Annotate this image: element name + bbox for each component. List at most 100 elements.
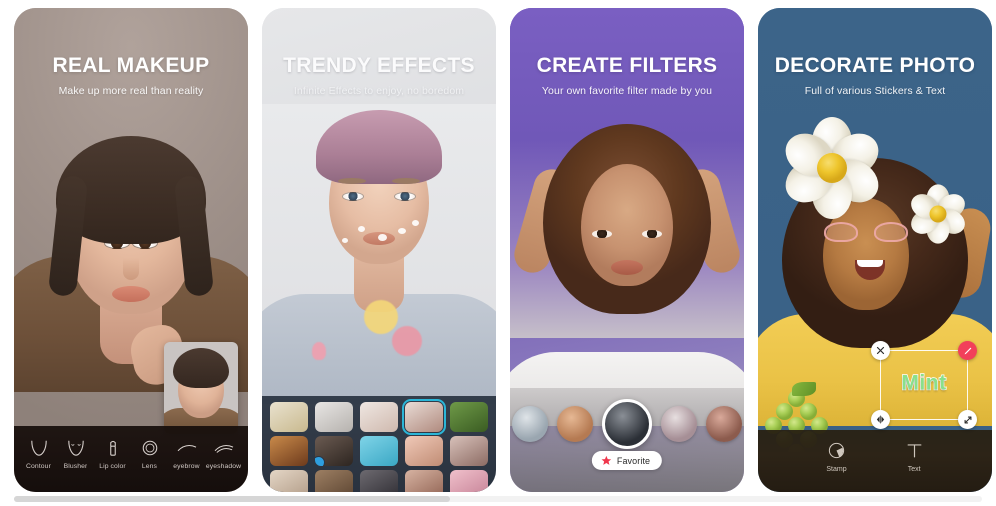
decorate-toolbar[interactable]: Stamp Text bbox=[758, 430, 992, 492]
grape-berry bbox=[776, 403, 793, 420]
flower-center bbox=[929, 205, 947, 223]
anime-effect[interactable] bbox=[450, 436, 488, 466]
emoji-effect[interactable] bbox=[360, 436, 398, 466]
grape-leaf bbox=[792, 382, 816, 396]
sticker-text: Mint bbox=[901, 371, 947, 396]
delete-handle[interactable] bbox=[871, 341, 890, 360]
flip-handle[interactable] bbox=[871, 410, 890, 429]
mask-effect[interactable] bbox=[315, 402, 353, 432]
eye-right bbox=[642, 230, 662, 238]
sparkle-decoration bbox=[412, 220, 419, 226]
effects-grid-row bbox=[266, 399, 492, 435]
tool-eyeshadow[interactable]: eyeshadow bbox=[205, 439, 242, 470]
cream-effect[interactable] bbox=[270, 470, 308, 492]
tool-blusher[interactable]: Blusher bbox=[57, 439, 94, 470]
small-dot-decoration bbox=[312, 342, 326, 360]
lens-left bbox=[823, 222, 858, 242]
effects-grid[interactable] bbox=[262, 396, 496, 492]
text-icon bbox=[907, 444, 922, 458]
filter-bar[interactable]: Favorite bbox=[510, 388, 744, 492]
close-icon bbox=[876, 346, 885, 355]
tool-lip-color[interactable]: Lip color bbox=[94, 439, 131, 470]
flowers-effect[interactable] bbox=[270, 402, 308, 432]
tool-label: Lip color bbox=[99, 462, 126, 470]
brown-effect[interactable] bbox=[315, 470, 353, 492]
sparkle-decoration bbox=[358, 226, 365, 232]
eyeshadow-icon bbox=[214, 444, 233, 453]
effects-grid-row bbox=[266, 470, 492, 492]
horizontal-scrollbar-thumb[interactable] bbox=[14, 496, 450, 502]
selfie-effect[interactable] bbox=[402, 399, 446, 435]
yellow-dot-decoration bbox=[364, 300, 398, 334]
horizontal-scrollbar-track[interactable] bbox=[14, 496, 982, 502]
lipstick-icon bbox=[109, 440, 116, 456]
tool-eyebrow[interactable]: eyebrow bbox=[168, 439, 205, 470]
favorite-button[interactable]: Favorite bbox=[591, 451, 663, 470]
warm-filter[interactable] bbox=[557, 406, 593, 442]
lips-shape bbox=[611, 260, 643, 275]
tool-label: eyeshadow bbox=[205, 462, 242, 470]
tool-stamp[interactable]: Stamp bbox=[826, 441, 847, 473]
contour-icon bbox=[30, 440, 47, 456]
eye-right bbox=[394, 192, 416, 201]
golden-effect[interactable] bbox=[270, 436, 308, 466]
star-icon bbox=[601, 455, 612, 465]
effects-photo bbox=[262, 104, 496, 404]
eyebrow-icon bbox=[177, 444, 196, 451]
flip-icon bbox=[876, 415, 885, 424]
tool-label: eyebrow bbox=[173, 462, 200, 470]
screenshot-panel-real-makeup[interactable]: REAL MAKEUP Make up more real than reali… bbox=[14, 8, 248, 492]
lens-icon bbox=[142, 440, 157, 455]
edit-handle[interactable] bbox=[958, 341, 977, 360]
flower-sticker-small[interactable] bbox=[906, 184, 970, 244]
vivid-filter[interactable] bbox=[706, 406, 742, 442]
tool-label: Lens bbox=[141, 462, 158, 470]
hair-shape bbox=[316, 110, 442, 184]
text-sticker-widget[interactable]: Mint bbox=[871, 341, 977, 429]
eye-left bbox=[592, 230, 612, 238]
resize-handle[interactable] bbox=[958, 410, 977, 429]
noir-filter[interactable] bbox=[602, 399, 652, 449]
eyebrow-left bbox=[338, 178, 366, 184]
tool-label: Blusher bbox=[63, 462, 88, 470]
lens-right bbox=[873, 222, 908, 242]
screenshot-panel-decorate-photo[interactable]: DECORATE PHOTO Full of various Stickers … bbox=[758, 8, 992, 492]
bunny-effect[interactable] bbox=[405, 470, 443, 492]
tool-label: Contour bbox=[26, 462, 51, 470]
tool-text[interactable]: Text bbox=[905, 441, 924, 473]
favorite-label: Favorite bbox=[616, 455, 651, 466]
filter-thumbnail-strip[interactable] bbox=[510, 398, 744, 450]
frog-effect[interactable] bbox=[450, 402, 488, 432]
preview-thumbnail[interactable] bbox=[164, 342, 238, 434]
beard-effect[interactable] bbox=[315, 436, 353, 466]
flower-center bbox=[817, 153, 847, 183]
glasses-shape bbox=[823, 222, 908, 244]
pink-effect[interactable] bbox=[450, 470, 488, 492]
tool-label: Stamp bbox=[826, 466, 847, 473]
makeup-toolbar[interactable]: Contour Blusher Lip color Lens eyebrow e… bbox=[14, 426, 248, 492]
sparkle-decoration bbox=[398, 228, 406, 234]
nose-shape bbox=[123, 258, 139, 280]
resize-icon bbox=[964, 416, 971, 423]
portrait-effect[interactable] bbox=[360, 402, 398, 432]
sparkle-decoration bbox=[378, 234, 387, 241]
soft-filter[interactable] bbox=[661, 406, 697, 442]
stamp-icon bbox=[828, 442, 845, 459]
preview-hair bbox=[173, 348, 229, 388]
screenshot-panel-create-filters[interactable]: CREATE FILTERS Your own favorite filter … bbox=[510, 8, 744, 492]
lips-shape bbox=[112, 286, 150, 302]
flower-sticker-large[interactable] bbox=[777, 117, 887, 219]
pink-dot-decoration bbox=[392, 326, 422, 356]
dark-effect[interactable] bbox=[360, 470, 398, 492]
screenshot-panel-trendy-effects[interactable]: TRENDY EFFECTS Infinite Effects to enjoy… bbox=[262, 8, 496, 492]
eye-left bbox=[342, 192, 364, 201]
download-badge-icon bbox=[315, 456, 325, 466]
eyebrow-right bbox=[392, 178, 420, 184]
pencil-icon bbox=[964, 347, 971, 354]
effects-grid-row bbox=[266, 436, 492, 466]
tool-label: Text bbox=[907, 466, 921, 473]
smile-effect[interactable] bbox=[405, 436, 443, 466]
tool-lens[interactable]: Lens bbox=[131, 439, 168, 470]
cat-filter[interactable] bbox=[512, 406, 548, 442]
tool-contour[interactable]: Contour bbox=[20, 439, 57, 470]
